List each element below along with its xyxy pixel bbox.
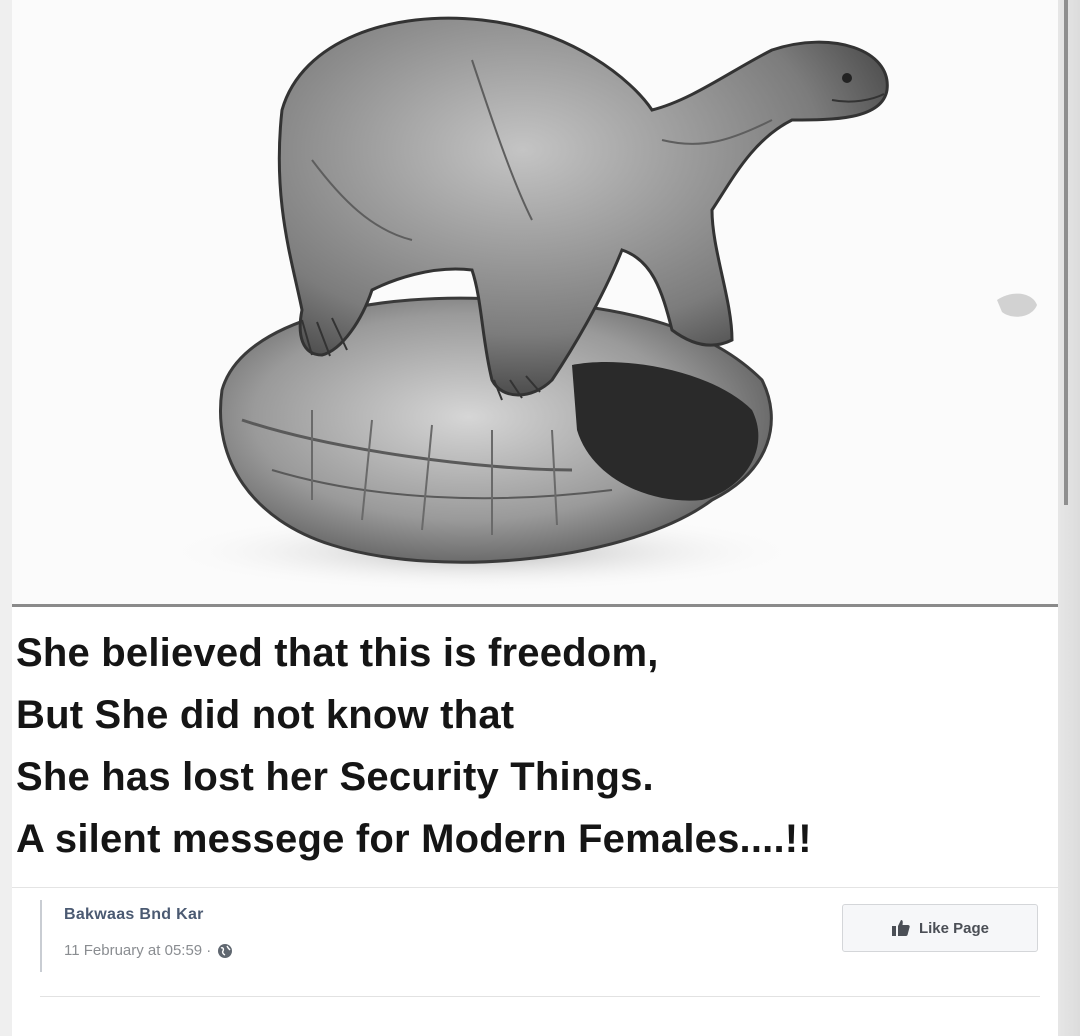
page-name-link[interactable]: Bakwaas Bnd Kar — [64, 906, 204, 924]
right-edge-shade — [1058, 0, 1080, 1036]
footer-accent-bar — [40, 900, 42, 972]
tortoise-illustration — [162, 16, 1037, 592]
caption-line-1: She believed that this is freedom, — [16, 631, 659, 675]
footer-divider — [40, 996, 1040, 997]
caption-line-3: She has lost her Security Things. — [16, 755, 654, 799]
page: She believed that this is freedom, But S… — [0, 0, 1080, 1036]
like-page-button[interactable]: Like Page — [842, 904, 1038, 952]
post-footer: Bakwaas Bnd Kar 11 February at 05:59 · L… — [12, 888, 1062, 1036]
post-timestamp[interactable]: 11 February at 05:59 · — [64, 942, 211, 959]
tortoise-eye — [842, 73, 852, 83]
post-card: She believed that this is freedom, But S… — [12, 0, 1062, 1036]
like-page-label: Like Page — [918, 919, 990, 937]
post-image[interactable] — [12, 0, 1062, 607]
caption-line-4: A silent messege for Modern Females....!… — [16, 817, 812, 861]
timestamp-row: 11 February at 05:59 · — [64, 942, 233, 959]
caption-line-2: But She did not know that — [16, 693, 515, 737]
post-caption: She believed that this is freedom, But S… — [12, 607, 1062, 888]
thumbs-up-icon — [891, 919, 911, 937]
globe-icon[interactable] — [217, 943, 233, 959]
scrollbar-thumb[interactable] — [1064, 0, 1068, 505]
